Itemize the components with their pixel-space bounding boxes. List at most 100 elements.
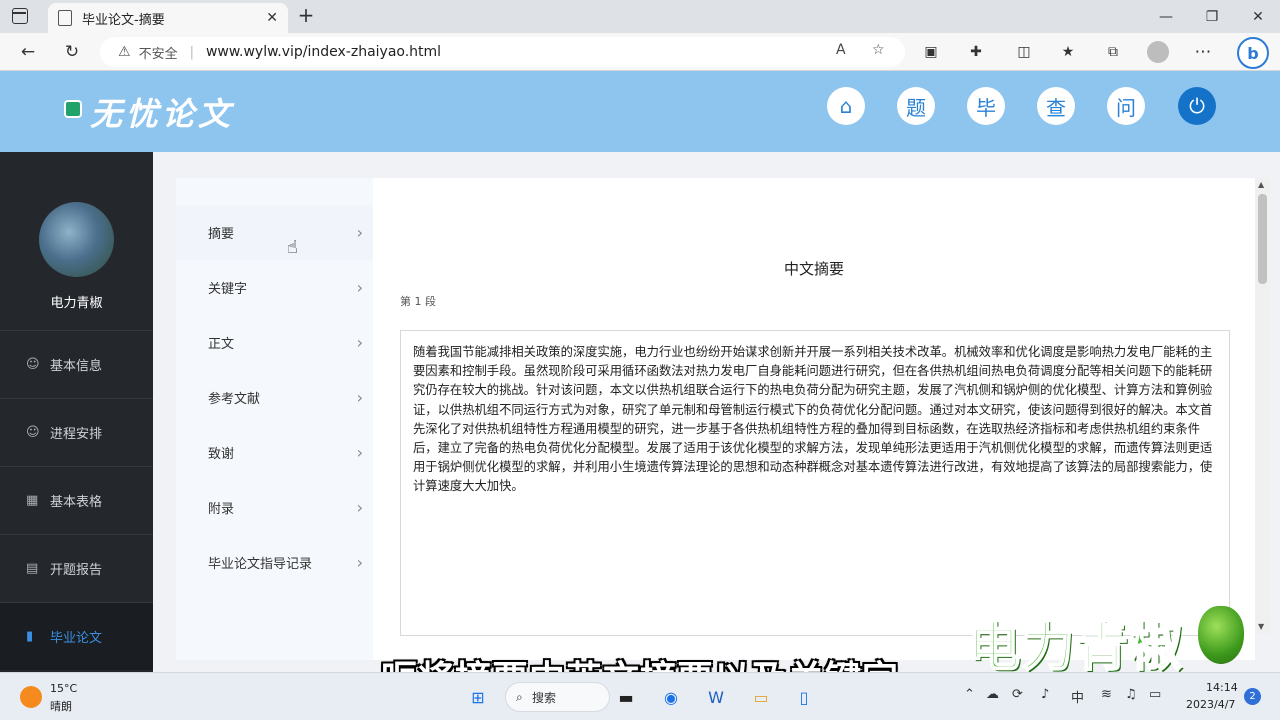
minimize-button[interactable]: — bbox=[1143, 0, 1189, 33]
logo-text: 无忧论文 bbox=[90, 95, 235, 133]
url-text[interactable]: www.wylw.vip/index-zhaiyao.html bbox=[206, 44, 441, 60]
app-icon[interactable]: ▯ bbox=[790, 683, 818, 711]
close-window-button[interactable]: ✕ bbox=[1235, 0, 1280, 33]
home-icon[interactable]: ⌂ bbox=[827, 87, 865, 125]
scrollbar-thumb[interactable] bbox=[1258, 194, 1267, 284]
weather-description[interactable]: 晴朗 bbox=[50, 698, 72, 714]
thesis-sub-nav: 摘要 › 关键字 › 正文 › 参考文献 › 致谢 › 附录 › 毕业论文指导记… bbox=[176, 178, 373, 660]
taskbar-search[interactable]: ⌕ 搜索 bbox=[505, 682, 610, 712]
site-logo[interactable]: 无忧论文 bbox=[64, 89, 234, 135]
show-hidden-icons-icon[interactable]: ⌃ bbox=[964, 687, 975, 702]
notification-badge[interactable]: 2 bbox=[1244, 688, 1261, 705]
security-label[interactable]: 不安全 bbox=[139, 43, 178, 62]
bing-chat-icon[interactable]: b bbox=[1237, 37, 1269, 69]
segment-label: 第 1 段 bbox=[400, 295, 436, 308]
restore-button[interactable]: ❐ bbox=[1189, 0, 1235, 33]
subnav-label: 附录 bbox=[208, 502, 235, 517]
sidebar-item-schedule[interactable]: ☺ 进程安排 bbox=[0, 398, 153, 466]
header-nav-check[interactable]: 查 bbox=[1037, 87, 1075, 125]
profile-avatar bbox=[39, 202, 114, 277]
clock-date[interactable]: 2023/4/7 bbox=[1186, 698, 1235, 711]
subnav-item-guidance-records[interactable]: 毕业论文指导记录 › bbox=[176, 535, 373, 590]
chevron-right-icon: › bbox=[356, 443, 363, 462]
sidebar-item-basic-info[interactable]: ☺ 基本信息 bbox=[0, 330, 153, 398]
sun-icon[interactable] bbox=[20, 686, 42, 708]
chevron-right-icon: › bbox=[356, 388, 363, 407]
chevron-right-icon: › bbox=[356, 498, 363, 517]
subnav-label: 正文 bbox=[208, 337, 235, 352]
browser-tab[interactable]: 毕业论文-摘要 ✕ bbox=[48, 3, 288, 33]
windows-taskbar: 15°C 晴朗 ⊞ ⌕ 搜索 ▬ ◉ W ▭ ▯ ⌃ ☁ ⟳ ♪ 中 ≋ ♫ ▭… bbox=[0, 672, 1280, 720]
chevron-right-icon: › bbox=[356, 278, 363, 297]
page-title: 中文摘要 bbox=[783, 260, 844, 278]
windows-start-icon[interactable]: ⊞ bbox=[464, 683, 492, 711]
book-icon: ▮ bbox=[26, 629, 34, 644]
address-bar[interactable]: ⚠ 不安全 | www.wylw.vip/index-zhaiyao.html … bbox=[100, 37, 905, 67]
page-scrollbar[interactable]: ▲ ▼ bbox=[1255, 178, 1270, 634]
sidebar-item-label: 开题报告 bbox=[50, 563, 103, 578]
sidebar-toggle-icon[interactable] bbox=[12, 8, 28, 24]
subnav-label: 参考文献 bbox=[208, 392, 261, 407]
power-icon[interactable]: ⏻ bbox=[1178, 87, 1216, 125]
search-label: 搜索 bbox=[532, 690, 557, 705]
table-icon: ▦ bbox=[26, 493, 39, 508]
split-screen-icon[interactable]: ◫ bbox=[1010, 39, 1038, 65]
profile-name: 电力青椒 bbox=[50, 296, 103, 311]
browser-toolbar: ← ↻ ⚠ 不安全 | www.wylw.vip/index-zhaiyao.h… bbox=[0, 33, 1280, 71]
subnav-label: 致谢 bbox=[208, 447, 235, 462]
document-panel: 中文摘要 第 1 段 随着我国节能减排相关政策的深度实施，电力行业也纷纷开始谋求… bbox=[373, 178, 1255, 660]
read-aloud-icon[interactable]: A bbox=[836, 42, 846, 58]
back-icon[interactable]: ← bbox=[14, 39, 42, 65]
chevron-right-icon: › bbox=[356, 223, 363, 242]
subnav-label: 摘要 bbox=[208, 227, 235, 242]
warning-icon: ⚠ bbox=[118, 44, 131, 60]
favorites-icon[interactable]: ★ bbox=[1054, 39, 1082, 65]
subnav-item-body[interactable]: 正文 › bbox=[176, 315, 373, 370]
sidebar-item-forms[interactable]: ▦ 基本表格 bbox=[0, 466, 153, 534]
battery-icon[interactable]: ▭ bbox=[1149, 687, 1161, 702]
browser-essentials-icon[interactable]: ⧉ bbox=[1099, 39, 1127, 65]
subnav-item-appendix[interactable]: 附录 › bbox=[176, 480, 373, 535]
new-tab-button[interactable]: + bbox=[294, 4, 318, 28]
scroll-up-icon[interactable]: ▲ bbox=[1258, 180, 1264, 189]
header-nav-ask[interactable]: 问 bbox=[1107, 87, 1145, 125]
header-nav-graduation[interactable]: 毕 bbox=[967, 87, 1005, 125]
subnav-item-abstract[interactable]: 摘要 › bbox=[176, 205, 373, 260]
task-view-icon[interactable]: ▬ bbox=[612, 683, 640, 711]
search-icon: ⌕ bbox=[516, 689, 523, 704]
sidebar-item-proposal[interactable]: ▤ 开题报告 bbox=[0, 534, 153, 602]
sync-icon[interactable]: ⟳ bbox=[1012, 687, 1023, 702]
left-sidebar: 电力青椒 ☺ 基本信息 ☺ 进程安排 ▦ 基本表格 ▤ 开题报告 ▮ 毕业论文 bbox=[0, 152, 153, 672]
file-explorer-icon[interactable]: ▭ bbox=[747, 683, 775, 711]
tab-title: 毕业论文-摘要 bbox=[82, 12, 165, 28]
word-app-icon[interactable]: W bbox=[702, 683, 730, 711]
abstract-textarea[interactable]: 随着我国节能减排相关政策的深度实施，电力行业也纷纷开始谋求创新并开展一系列相关技… bbox=[400, 330, 1230, 636]
weather-temperature[interactable]: 15°C bbox=[50, 682, 77, 695]
onedrive-icon[interactable]: ☁ bbox=[986, 687, 999, 702]
input-method[interactable]: 中 bbox=[1071, 687, 1084, 706]
mouse-pointer-icon: ☝ bbox=[287, 237, 298, 258]
subnav-item-acknowledgements[interactable]: 致谢 › bbox=[176, 425, 373, 480]
subnav-item-references[interactable]: 参考文献 › bbox=[176, 370, 373, 425]
volume-icon[interactable]: ♫ bbox=[1125, 687, 1137, 702]
sidebar-item-label: 进程安排 bbox=[50, 427, 103, 442]
microphone-icon[interactable]: ♪ bbox=[1041, 687, 1049, 702]
tab-close-icon[interactable]: ✕ bbox=[266, 10, 278, 26]
user-icon: ☺ bbox=[26, 357, 40, 372]
header-nav-questions[interactable]: 题 bbox=[897, 87, 935, 125]
subnav-label: 关键字 bbox=[208, 282, 248, 297]
edge-app-icon[interactable]: ◉ bbox=[657, 683, 685, 711]
site-header: 无忧论文 ⌂ 题 毕 查 问 ⏻ bbox=[0, 71, 1280, 152]
profile-avatar-icon[interactable] bbox=[1147, 41, 1169, 63]
wifi-icon[interactable]: ≋ bbox=[1101, 687, 1112, 702]
scroll-down-icon[interactable]: ▼ bbox=[1258, 622, 1264, 631]
subnav-item-keywords[interactable]: 关键字 › bbox=[176, 260, 373, 315]
refresh-icon[interactable]: ↻ bbox=[58, 39, 86, 65]
more-menu-icon[interactable]: ⋯ bbox=[1189, 39, 1217, 65]
sidebar-item-label: 基本表格 bbox=[50, 495, 103, 510]
add-favorite-icon[interactable]: ☆ bbox=[872, 42, 885, 58]
extensions-icon[interactable]: ✚ bbox=[962, 39, 990, 65]
clock-time[interactable]: 14:14 bbox=[1206, 681, 1238, 694]
collections-icon[interactable]: ▣ bbox=[917, 39, 945, 65]
sidebar-item-label: 毕业论文 bbox=[50, 631, 103, 646]
